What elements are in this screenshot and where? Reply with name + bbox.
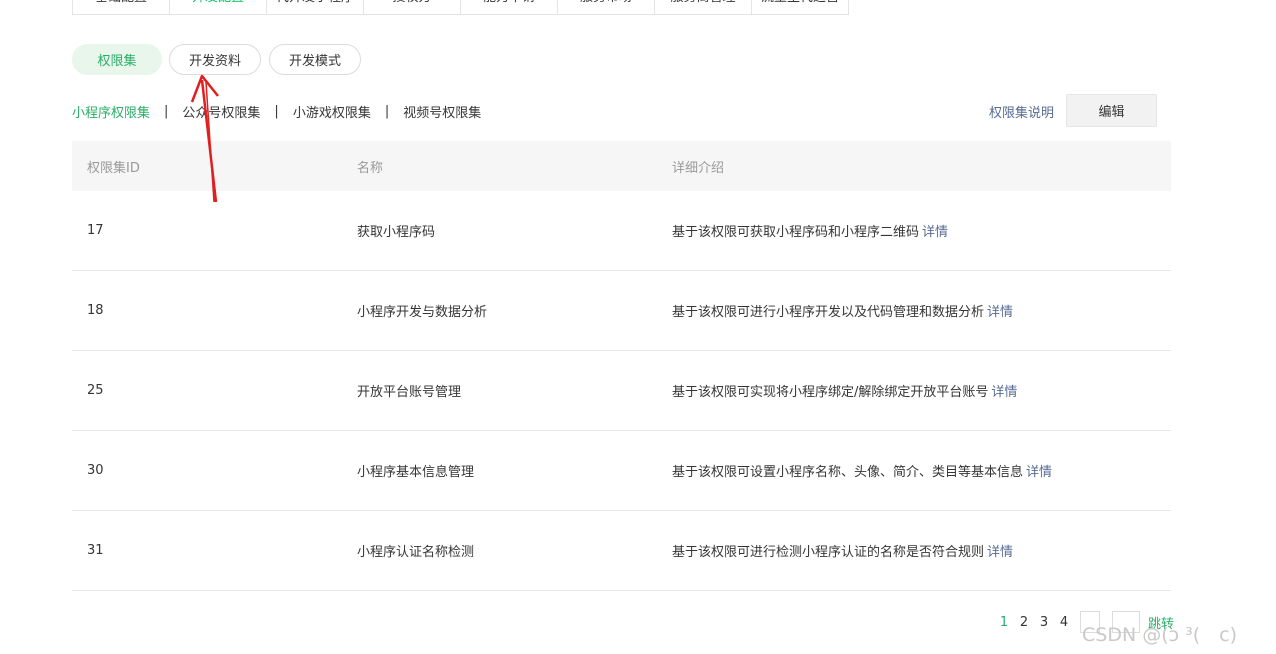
page-2[interactable]: 2 (1014, 615, 1034, 630)
subtab-bar: 小程序权限集 | 公众号权限集 | 小游戏权限集 | 视频号权限集 (72, 102, 481, 121)
cell-description: 基于该权限可设置小程序名称、头像、简介、类目等基本信息 详情 (672, 461, 1171, 480)
cell-id: 17 (87, 223, 104, 238)
detail-link[interactable]: 详情 (922, 225, 948, 240)
top-tab-authorizer[interactable]: 授权方 (364, 0, 461, 14)
permission-table: 权限集ID 名称 详细介绍 17 获取小程序码 基于该权限可获取小程序码和小程序… (72, 141, 1171, 591)
cell-name: 小程序基本信息管理 (357, 465, 475, 480)
description-text: 基于该权限可实现将小程序绑定/解除绑定开放平台账号 (672, 385, 989, 400)
subtab-separator: | (164, 104, 169, 119)
cell-name: 小程序开发与数据分析 (357, 305, 488, 320)
cell-description: 基于该权限可实现将小程序绑定/解除绑定开放平台账号 详情 (672, 381, 1171, 400)
pill-tab-dev-mode[interactable]: 开发模式 (269, 44, 361, 75)
subtab-separator: | (274, 104, 279, 119)
page-3[interactable]: 3 (1034, 615, 1054, 630)
cell-id: 30 (87, 463, 104, 478)
description-text: 基于该权限可获取小程序码和小程序二维码 (672, 225, 920, 240)
cell-name: 小程序认证名称检测 (357, 545, 475, 560)
table-header: 权限集ID 名称 详细介绍 (72, 141, 1171, 191)
top-tab-proxy-dev[interactable]: 代开发小程序 (267, 0, 364, 14)
page-1[interactable]: 1 (994, 615, 1014, 630)
edit-button[interactable]: 编辑 (1066, 94, 1157, 127)
subtab-channels[interactable]: 视频号权限集 (403, 102, 481, 121)
top-tab-provider-mgmt[interactable]: 服务商管理 (655, 0, 752, 14)
cell-description: 基于该权限可获取小程序码和小程序二维码 详情 (672, 221, 1171, 240)
top-tab-capability[interactable]: 能力申请 (461, 0, 558, 14)
table-row: 25 开放平台账号管理 基于该权限可实现将小程序绑定/解除绑定开放平台账号 详情 (72, 351, 1171, 431)
subtab-separator: | (384, 104, 390, 119)
detail-link[interactable]: 详情 (987, 305, 1013, 320)
description-text: 基于该权限可进行小程序开发以及代码管理和数据分析 (672, 305, 985, 320)
table-row: 18 小程序开发与数据分析 基于该权限可进行小程序开发以及代码管理和数据分析 详情 (72, 271, 1171, 351)
cell-description: 基于该权限可进行检测小程序认证的名称是否符合规则 详情 (672, 541, 1171, 560)
header-description: 详细介绍 (672, 160, 725, 176)
table-row: 30 小程序基本信息管理 基于该权限可设置小程序名称、头像、简介、类目等基本信息… (72, 431, 1171, 511)
table-row: 17 获取小程序码 基于该权限可获取小程序码和小程序二维码 详情 (72, 191, 1171, 271)
top-tab-strip: 基础配置 开发配置 代开发小程序 授权方 能力申请 服务市场 服务商管理 流量主… (72, 0, 849, 15)
detail-link[interactable]: 详情 (991, 385, 1017, 400)
pill-tab-permission-set[interactable]: 权限集 (72, 44, 162, 75)
detail-link[interactable]: 详情 (987, 545, 1013, 560)
top-tab-service-market[interactable]: 服务市场 (558, 0, 655, 14)
permission-set-explain-link[interactable]: 权限集说明 (989, 102, 1054, 121)
detail-link[interactable]: 详情 (1026, 465, 1052, 480)
description-text: 基于该权限可进行检测小程序认证的名称是否符合规则 (672, 545, 985, 560)
cell-id: 25 (87, 383, 104, 398)
cell-id: 18 (87, 303, 104, 318)
top-tab-dev-config[interactable]: 开发配置 (170, 0, 267, 14)
header-name: 名称 (357, 160, 384, 176)
subtab-miniprogram[interactable]: 小程序权限集 (72, 102, 150, 121)
top-tab-basic-config[interactable]: 基础配置 (73, 0, 170, 14)
subtab-minigame[interactable]: 小游戏权限集 (293, 102, 371, 121)
description-text: 基于该权限可设置小程序名称、头像、简介、类目等基本信息 (672, 465, 1024, 480)
csdn-watermark: CSDN @(ↄ ³( c) (1082, 624, 1237, 646)
top-tab-traffic[interactable]: 流量主代运营 (752, 0, 848, 14)
cell-description: 基于该权限可进行小程序开发以及代码管理和数据分析 详情 (672, 301, 1171, 320)
cell-name: 获取小程序码 (357, 225, 436, 240)
cell-id: 31 (87, 543, 104, 558)
cell-name: 开放平台账号管理 (357, 385, 462, 400)
annotation-arrow-icon (190, 74, 219, 203)
table-row: 31 小程序认证名称检测 基于该权限可进行检测小程序认证的名称是否符合规则 详情 (72, 511, 1171, 591)
page-4[interactable]: 4 (1054, 615, 1074, 630)
